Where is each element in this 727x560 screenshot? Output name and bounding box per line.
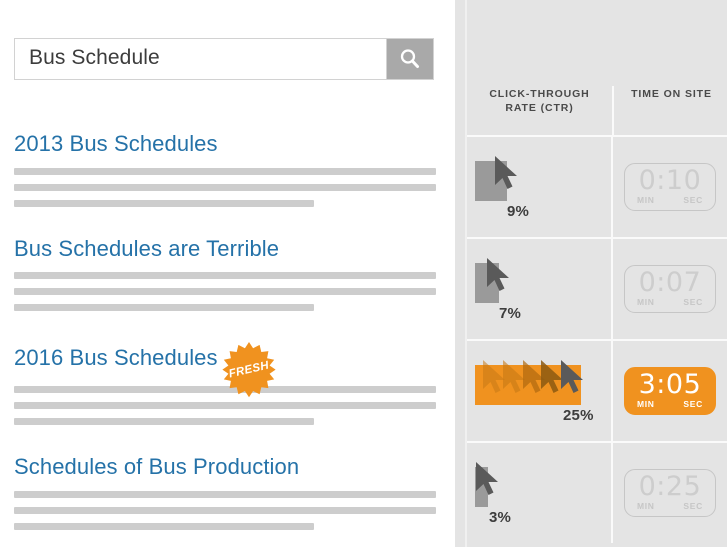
result-item: Bus Schedules are Terrible <box>14 236 436 312</box>
metrics-table: CLICK-THROUGH RATE (CTR) TIME ON SITE 9%… <box>467 0 727 547</box>
timer-digits: 0:25 <box>638 471 702 502</box>
ctr-cell: 25% <box>467 341 611 441</box>
time-on-site-cell: 0:07 MIN SEC <box>610 239 727 339</box>
table-row: 3% 0:25 MIN SEC <box>467 441 727 543</box>
metrics-table-header: CLICK-THROUGH RATE (CTR) TIME ON SITE <box>467 86 727 135</box>
result-item: 2016 Bus Schedules FRESH <box>14 341 436 426</box>
column-header-ctr-line1: CLICK-THROUGH <box>489 88 590 100</box>
table-row-highlighted: 25% 3:05 MIN SEC <box>467 339 727 441</box>
timer-digits: 0:10 <box>638 165 702 196</box>
result-title-link[interactable]: 2013 Bus Schedules <box>14 131 218 157</box>
timer-sec-label: SEC <box>683 399 703 409</box>
search-icon <box>398 47 422 71</box>
search-bar[interactable] <box>14 38 434 80</box>
cursor-icon <box>559 359 587 400</box>
timer-min-label: MIN <box>636 297 655 307</box>
snippet-line <box>14 490 436 498</box>
snippet-line <box>14 304 314 312</box>
timer-min-label: MIN <box>636 195 655 205</box>
timer-sec-label: SEC <box>683 195 703 205</box>
time-on-site-cell: 0:10 MIN SEC <box>610 137 727 237</box>
snippet-line <box>14 272 436 280</box>
snippet-line <box>14 199 314 207</box>
results-list: 2013 Bus Schedules Bus Schedules are Ter… <box>14 131 436 560</box>
cursor-icon <box>474 461 502 502</box>
timer-display: 0:10 MIN SEC <box>623 163 716 211</box>
ctr-cell: 3% <box>467 443 611 543</box>
screenshot-root: 2013 Bus Schedules Bus Schedules are Ter… <box>0 0 727 547</box>
timer-sec-label: SEC <box>683 501 703 511</box>
table-row: 7% 0:07 MIN SEC <box>467 237 727 339</box>
cursor-icon <box>493 155 521 196</box>
column-header-time-on-site: TIME ON SITE <box>612 86 727 135</box>
fresh-badge: FRESH <box>220 341 278 399</box>
timer-sec-label: SEC <box>683 297 703 307</box>
ctr-cell: 9% <box>467 137 611 237</box>
snippet-line <box>14 167 436 175</box>
ctr-value: 3% <box>489 509 512 526</box>
ctr-value: 7% <box>499 305 522 322</box>
snippet-line <box>14 402 436 410</box>
snippet-line <box>14 183 436 191</box>
timer-display: 3:05 MIN SEC <box>623 367 716 415</box>
timer-min-label: MIN <box>636 399 655 409</box>
snippet-line <box>14 506 436 514</box>
time-on-site-cell: 3:05 MIN SEC <box>610 341 727 441</box>
timer-digits: 0:07 <box>638 267 702 298</box>
ctr-value: 9% <box>507 203 530 220</box>
metrics-panel: CLICK-THROUGH RATE (CTR) TIME ON SITE 9%… <box>455 0 727 547</box>
time-on-site-cell: 0:25 MIN SEC <box>610 443 727 543</box>
snippet-line <box>14 418 314 426</box>
column-header-ctr: CLICK-THROUGH RATE (CTR) <box>467 86 612 135</box>
search-results-panel: 2013 Bus Schedules Bus Schedules are Ter… <box>0 0 455 547</box>
timer-digits: 3:05 <box>638 369 702 400</box>
snippet-line <box>14 522 314 530</box>
column-header-time-on-site-label: TIME ON SITE <box>631 88 712 100</box>
ctr-value: 25% <box>563 407 594 424</box>
ctr-cell: 7% <box>467 239 611 339</box>
table-row: 9% 0:10 MIN SEC <box>467 135 727 237</box>
search-input[interactable] <box>15 39 386 79</box>
result-item: Schedules of Bus Production <box>14 454 436 530</box>
timer-min-label: MIN <box>636 501 655 511</box>
cursor-icon <box>485 257 513 298</box>
column-header-ctr-line2: RATE (CTR) <box>505 102 574 115</box>
search-button[interactable] <box>386 39 433 79</box>
snippet-line <box>14 288 436 296</box>
timer-display: 0:25 MIN SEC <box>623 469 716 517</box>
result-item: 2013 Bus Schedules <box>14 131 436 207</box>
result-title-link[interactable]: Schedules of Bus Production <box>14 454 299 480</box>
timer-display: 0:07 MIN SEC <box>623 265 716 313</box>
result-title-link[interactable]: 2016 Bus Schedules <box>14 346 218 371</box>
result-title-link[interactable]: Bus Schedules are Terrible <box>14 236 279 262</box>
starburst-icon <box>222 342 276 398</box>
